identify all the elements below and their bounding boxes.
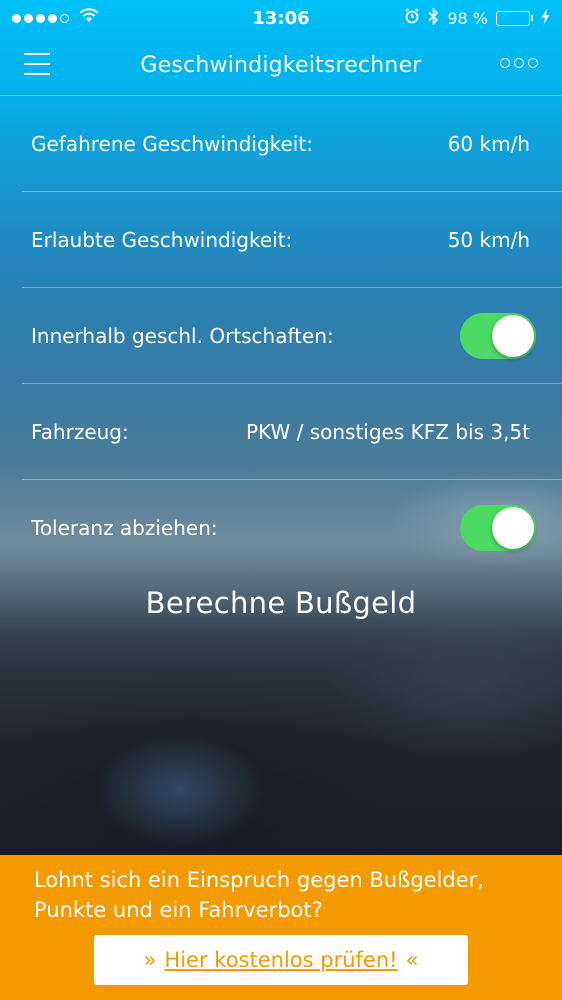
check-free-link[interactable]: Hier kostenlos prüfen! bbox=[164, 948, 397, 972]
vehicle-value[interactable]: PKW / sonstiges KFZ bis 3,5t bbox=[246, 420, 530, 444]
inside-town-toggle[interactable] bbox=[460, 312, 536, 359]
signal-strength-icon bbox=[12, 13, 69, 23]
status-bar: 13:06 98 % bbox=[0, 0, 562, 36]
row-allowed-speed[interactable]: Erlaubte Geschwindigkeit: 50 km/h bbox=[22, 192, 562, 288]
vehicle-label: Fahrzeug: bbox=[31, 419, 129, 444]
bluetooth-icon bbox=[428, 7, 439, 29]
toggle-knob bbox=[492, 314, 534, 357]
navigation-bar: Geschwindigkeitsrechner bbox=[0, 36, 562, 96]
button-prefix: » bbox=[143, 948, 157, 972]
status-time: 13:06 bbox=[252, 7, 310, 29]
battery-percent: 98 % bbox=[447, 8, 488, 28]
driven-speed-label: Gefahrene Geschwindigkeit: bbox=[31, 131, 313, 156]
settings-list: Gefahrene Geschwindigkeit: 60 km/h Erlau… bbox=[0, 96, 562, 576]
promo-text: Lohnt sich ein Einspruch gegen Bußgelder… bbox=[34, 868, 484, 922]
wifi-icon bbox=[79, 8, 99, 28]
alarm-icon bbox=[404, 8, 420, 28]
battery-icon bbox=[496, 10, 533, 26]
calculate-fine-button[interactable]: Berechne Bußgeld bbox=[0, 586, 562, 620]
button-suffix: « bbox=[405, 948, 419, 972]
tolerance-label: Toleranz abziehen: bbox=[31, 516, 218, 540]
more-options-icon[interactable] bbox=[500, 58, 538, 68]
allowed-speed-label: Erlaubte Geschwindigkeit: bbox=[31, 227, 293, 252]
hamburger-icon[interactable] bbox=[24, 53, 50, 75]
row-tolerance: Toleranz abziehen: bbox=[22, 480, 562, 576]
check-free-button[interactable]: » Hier kostenlos prüfen! « bbox=[94, 935, 468, 985]
row-driven-speed[interactable]: Gefahrene Geschwindigkeit: 60 km/h bbox=[22, 96, 562, 192]
page-title: Geschwindigkeitsrechner bbox=[140, 53, 422, 78]
allowed-speed-value[interactable]: 50 km/h bbox=[448, 228, 530, 252]
promo-banner: Lohnt sich ein Einspruch gegen Bußgelder… bbox=[0, 855, 562, 1000]
tolerance-toggle[interactable] bbox=[460, 505, 536, 551]
row-inside-town: Innerhalb geschl. Ortschaften: bbox=[22, 288, 562, 384]
row-vehicle[interactable]: Fahrzeug: PKW / sonstiges KFZ bis 3,5t bbox=[22, 384, 562, 480]
inside-town-label: Innerhalb geschl. Ortschaften: bbox=[31, 323, 334, 348]
charging-bolt-icon bbox=[541, 8, 550, 28]
toggle-knob bbox=[492, 507, 534, 549]
driven-speed-value[interactable]: 60 km/h bbox=[448, 132, 530, 156]
